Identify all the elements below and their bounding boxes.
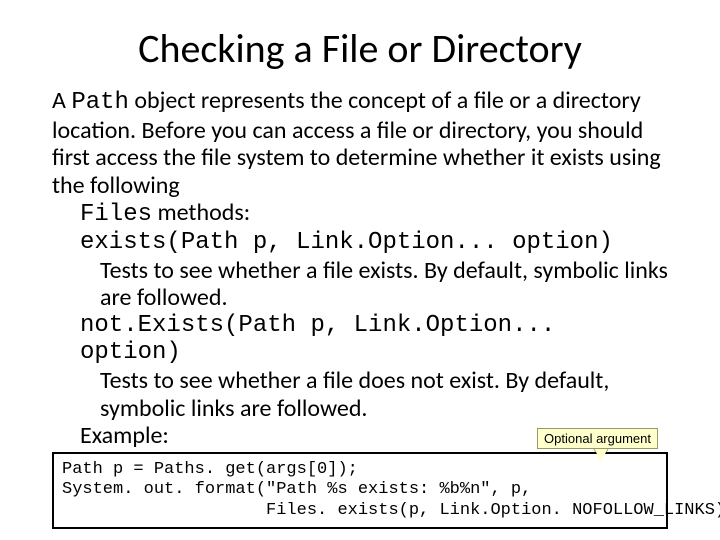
slide-title: Checking a File or Directory — [52, 24, 668, 73]
intro-prefix: A — [52, 86, 71, 115]
files-code-token: Files — [80, 201, 152, 229]
code-example-wrap: Optional argument Path p = Paths. get(ar… — [52, 452, 668, 529]
code-box: Path p = Paths. get(args[0]); System. ou… — [52, 452, 668, 529]
slide: Checking a File or Directory A Path obje… — [0, 0, 720, 540]
method1-description: Tests to see whether a file exists. By d… — [100, 257, 668, 312]
method1-signature: exists(Path p, Link.Option... option) — [80, 229, 668, 257]
code-line-2: System. out. format("Path %s exists: %b%… — [62, 480, 531, 499]
method2-description: Tests to see whether a file does not exi… — [100, 367, 668, 422]
path-code-token: Path — [71, 89, 129, 116]
code-line-3: Files. exists(p, Link.Option. NOFOLLOW_L… — [62, 501, 720, 520]
intro-after-files: methods: — [152, 198, 250, 227]
callout-pointer — [594, 448, 608, 462]
code-line-1: Path p = Paths. get(args[0]); — [62, 460, 358, 479]
intro-after-path: object represents the concept of a file … — [52, 86, 661, 200]
method2-signature: not.Exists(Path p, Link.Option... option… — [80, 312, 668, 367]
intro-paragraph: A Path object represents the concept of … — [52, 87, 668, 229]
body-text: A Path object represents the concept of … — [52, 87, 668, 450]
callout-label: Optional argument — [537, 428, 658, 449]
